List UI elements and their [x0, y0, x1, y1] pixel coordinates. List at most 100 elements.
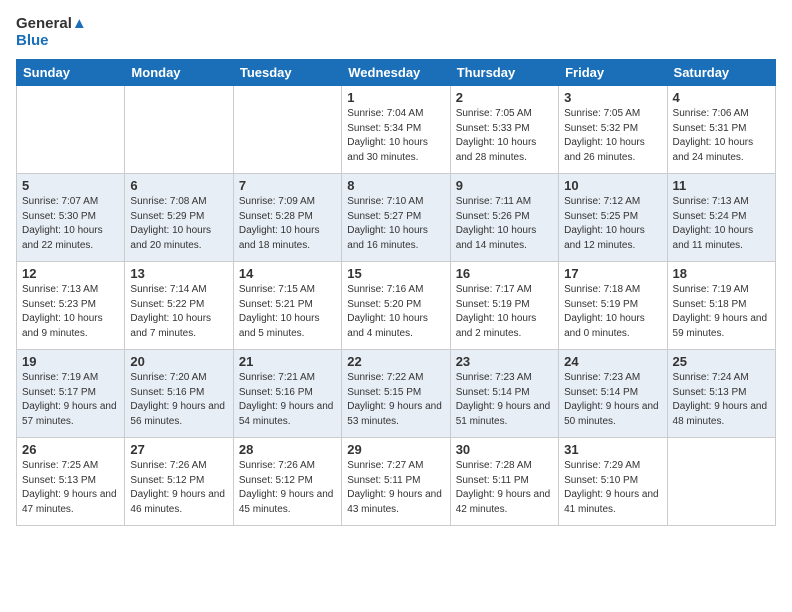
day-daylight: Daylight: 9 hours and 50 minutes.	[564, 401, 659, 427]
calendar-day-1: 1 Sunrise: 7:04 AM Sunset: 5:34 PM Dayli…	[342, 86, 450, 174]
calendar-day-23: 23 Sunrise: 7:23 AM Sunset: 5:14 PM Dayl…	[450, 350, 558, 438]
day-sunrise: Sunrise: 7:24 AM	[673, 372, 749, 383]
day-sunset: Sunset: 5:14 PM	[456, 387, 530, 398]
day-number: 7	[239, 178, 336, 193]
calendar-week-row: 12 Sunrise: 7:13 AM Sunset: 5:23 PM Dayl…	[17, 262, 776, 350]
calendar-day-10: 10 Sunrise: 7:12 AM Sunset: 5:25 PM Dayl…	[559, 174, 667, 262]
day-sunset: Sunset: 5:20 PM	[347, 299, 421, 310]
day-sunset: Sunset: 5:32 PM	[564, 123, 638, 134]
day-sunrise: Sunrise: 7:19 AM	[22, 372, 98, 383]
calendar-day-31: 31 Sunrise: 7:29 AM Sunset: 5:10 PM Dayl…	[559, 438, 667, 526]
day-sunrise: Sunrise: 7:09 AM	[239, 196, 315, 207]
day-number: 22	[347, 354, 444, 369]
day-sunrise: Sunrise: 7:25 AM	[22, 460, 98, 471]
logo: General▲ Blue	[16, 16, 87, 49]
day-sunset: Sunset: 5:14 PM	[564, 387, 638, 398]
day-sunrise: Sunrise: 7:21 AM	[239, 372, 315, 383]
day-sunset: Sunset: 5:12 PM	[130, 475, 204, 486]
day-sunrise: Sunrise: 7:05 AM	[456, 108, 532, 119]
day-number: 1	[347, 90, 444, 105]
day-sunrise: Sunrise: 7:18 AM	[564, 284, 640, 295]
day-daylight: Daylight: 10 hours and 2 minutes.	[456, 313, 537, 339]
calendar-day-27: 27 Sunrise: 7:26 AM Sunset: 5:12 PM Dayl…	[125, 438, 233, 526]
calendar-header-row: SundayMondayTuesdayWednesdayThursdayFrid…	[17, 60, 776, 86]
day-sunset: Sunset: 5:24 PM	[673, 211, 747, 222]
calendar-day-24: 24 Sunrise: 7:23 AM Sunset: 5:14 PM Dayl…	[559, 350, 667, 438]
calendar-empty-cell	[17, 86, 125, 174]
calendar-day-19: 19 Sunrise: 7:19 AM Sunset: 5:17 PM Dayl…	[17, 350, 125, 438]
calendar-day-13: 13 Sunrise: 7:14 AM Sunset: 5:22 PM Dayl…	[125, 262, 233, 350]
day-number: 13	[130, 266, 227, 281]
day-sunset: Sunset: 5:11 PM	[347, 475, 420, 486]
day-daylight: Daylight: 10 hours and 9 minutes.	[22, 313, 103, 339]
day-daylight: Daylight: 10 hours and 24 minutes.	[673, 137, 754, 163]
day-sunset: Sunset: 5:34 PM	[347, 123, 421, 134]
day-sunset: Sunset: 5:15 PM	[347, 387, 421, 398]
day-sunrise: Sunrise: 7:04 AM	[347, 108, 423, 119]
day-number: 2	[456, 90, 553, 105]
day-number: 23	[456, 354, 553, 369]
col-header-tuesday: Tuesday	[233, 60, 341, 86]
calendar-day-22: 22 Sunrise: 7:22 AM Sunset: 5:15 PM Dayl…	[342, 350, 450, 438]
day-number: 29	[347, 442, 444, 457]
day-daylight: Daylight: 9 hours and 47 minutes.	[22, 489, 117, 515]
day-daylight: Daylight: 10 hours and 7 minutes.	[130, 313, 211, 339]
day-daylight: Daylight: 10 hours and 4 minutes.	[347, 313, 428, 339]
day-number: 30	[456, 442, 553, 457]
day-sunset: Sunset: 5:31 PM	[673, 123, 747, 134]
col-header-thursday: Thursday	[450, 60, 558, 86]
calendar-week-row: 1 Sunrise: 7:04 AM Sunset: 5:34 PM Dayli…	[17, 86, 776, 174]
day-sunrise: Sunrise: 7:05 AM	[564, 108, 640, 119]
day-sunrise: Sunrise: 7:13 AM	[673, 196, 749, 207]
calendar-day-11: 11 Sunrise: 7:13 AM Sunset: 5:24 PM Dayl…	[667, 174, 775, 262]
day-number: 28	[239, 442, 336, 457]
day-sunrise: Sunrise: 7:20 AM	[130, 372, 206, 383]
day-daylight: Daylight: 10 hours and 26 minutes.	[564, 137, 645, 163]
calendar-day-17: 17 Sunrise: 7:18 AM Sunset: 5:19 PM Dayl…	[559, 262, 667, 350]
day-number: 25	[673, 354, 770, 369]
day-daylight: Daylight: 9 hours and 54 minutes.	[239, 401, 334, 427]
day-sunrise: Sunrise: 7:17 AM	[456, 284, 532, 295]
day-sunrise: Sunrise: 7:16 AM	[347, 284, 423, 295]
day-sunrise: Sunrise: 7:08 AM	[130, 196, 206, 207]
day-sunrise: Sunrise: 7:12 AM	[564, 196, 640, 207]
day-sunset: Sunset: 5:30 PM	[22, 211, 96, 222]
day-sunset: Sunset: 5:33 PM	[456, 123, 530, 134]
logo-general: General▲	[16, 16, 87, 33]
day-sunrise: Sunrise: 7:07 AM	[22, 196, 98, 207]
day-number: 16	[456, 266, 553, 281]
day-sunset: Sunset: 5:18 PM	[673, 299, 747, 310]
page-header: General▲ Blue	[16, 16, 776, 49]
day-number: 14	[239, 266, 336, 281]
calendar-day-29: 29 Sunrise: 7:27 AM Sunset: 5:11 PM Dayl…	[342, 438, 450, 526]
day-sunset: Sunset: 5:22 PM	[130, 299, 204, 310]
col-header-saturday: Saturday	[667, 60, 775, 86]
day-daylight: Daylight: 10 hours and 30 minutes.	[347, 137, 428, 163]
day-sunrise: Sunrise: 7:10 AM	[347, 196, 423, 207]
day-sunrise: Sunrise: 7:15 AM	[239, 284, 315, 295]
calendar-day-2: 2 Sunrise: 7:05 AM Sunset: 5:33 PM Dayli…	[450, 86, 558, 174]
day-number: 8	[347, 178, 444, 193]
day-sunrise: Sunrise: 7:19 AM	[673, 284, 749, 295]
day-number: 26	[22, 442, 119, 457]
day-sunset: Sunset: 5:19 PM	[564, 299, 638, 310]
calendar-day-12: 12 Sunrise: 7:13 AM Sunset: 5:23 PM Dayl…	[17, 262, 125, 350]
calendar-day-18: 18 Sunrise: 7:19 AM Sunset: 5:18 PM Dayl…	[667, 262, 775, 350]
calendar-day-16: 16 Sunrise: 7:17 AM Sunset: 5:19 PM Dayl…	[450, 262, 558, 350]
calendar-day-25: 25 Sunrise: 7:24 AM Sunset: 5:13 PM Dayl…	[667, 350, 775, 438]
calendar-day-14: 14 Sunrise: 7:15 AM Sunset: 5:21 PM Dayl…	[233, 262, 341, 350]
day-sunset: Sunset: 5:25 PM	[564, 211, 638, 222]
calendar-day-4: 4 Sunrise: 7:06 AM Sunset: 5:31 PM Dayli…	[667, 86, 775, 174]
day-sunrise: Sunrise: 7:22 AM	[347, 372, 423, 383]
day-daylight: Daylight: 9 hours and 59 minutes.	[673, 313, 768, 339]
day-daylight: Daylight: 10 hours and 16 minutes.	[347, 225, 428, 251]
day-sunrise: Sunrise: 7:11 AM	[456, 196, 531, 207]
day-sunset: Sunset: 5:27 PM	[347, 211, 421, 222]
calendar-week-row: 5 Sunrise: 7:07 AM Sunset: 5:30 PM Dayli…	[17, 174, 776, 262]
col-header-friday: Friday	[559, 60, 667, 86]
day-daylight: Daylight: 10 hours and 22 minutes.	[22, 225, 103, 251]
day-sunset: Sunset: 5:16 PM	[239, 387, 313, 398]
day-daylight: Daylight: 9 hours and 46 minutes.	[130, 489, 225, 515]
day-number: 10	[564, 178, 661, 193]
day-number: 11	[673, 178, 770, 193]
